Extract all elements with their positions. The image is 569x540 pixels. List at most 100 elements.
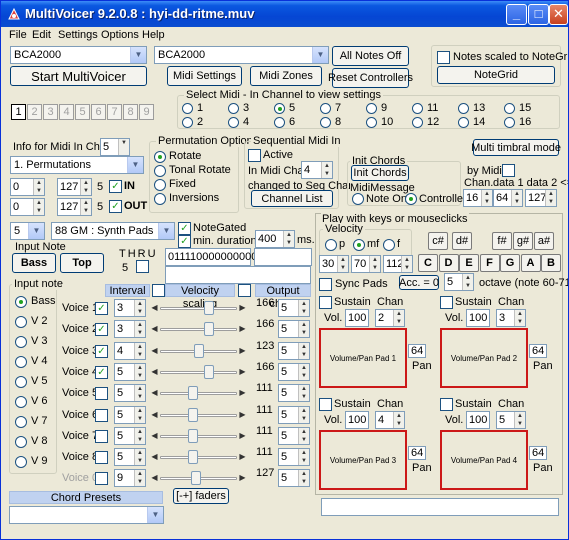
permutation-radio-3[interactable]: [154, 193, 166, 205]
controller-radio[interactable]: [405, 193, 417, 205]
voice-checkbox[interactable]: [95, 387, 108, 401]
output-chan-spinner[interactable]: 5 ▲ ▼: [278, 341, 310, 360]
permutation-radio-1[interactable]: [154, 165, 166, 177]
input-note-radio-4[interactable]: [15, 376, 27, 388]
key-dsharp[interactable]: d#: [452, 232, 472, 250]
key-g[interactable]: G: [500, 254, 520, 272]
voice-checkbox[interactable]: [95, 451, 108, 465]
bass-button[interactable]: Bass: [12, 253, 56, 273]
key-c[interactable]: C: [418, 254, 438, 272]
key-gsharp[interactable]: g#: [513, 232, 533, 250]
midi-zones-button[interactable]: Midi Zones: [250, 66, 322, 86]
pan-field[interactable]: 64: [529, 446, 547, 460]
channel-radio-6[interactable]: [274, 117, 285, 128]
slider-thumb[interactable]: [203, 322, 214, 337]
volume-pan-pad[interactable]: Volume/Pan Pad 2: [440, 328, 528, 388]
close-button[interactable]: ✕: [549, 4, 568, 25]
velocity-slider[interactable]: ◀ ▶: [150, 448, 247, 466]
min-duration-checkbox[interactable]: ✓: [178, 235, 191, 248]
output-chan-spinner[interactable]: 5 ▲ ▼: [278, 362, 310, 381]
voice-checkbox[interactable]: ✓: [95, 365, 108, 379]
key-a[interactable]: A: [520, 254, 541, 272]
menu-edit[interactable]: Edit: [32, 29, 51, 41]
voice-checkbox[interactable]: ✓: [95, 302, 108, 315]
reset-controllers-button[interactable]: Reset Controllers: [328, 68, 413, 88]
slider-thumb[interactable]: [203, 364, 214, 379]
key-b[interactable]: B: [541, 254, 561, 272]
velocity-slider[interactable]: ◀ ▶: [150, 427, 247, 445]
key-e[interactable]: E: [459, 254, 479, 272]
pad-volume-field[interactable]: 100: [345, 309, 369, 327]
tab-6[interactable]: 6: [91, 104, 106, 120]
seq-chan-spinner[interactable]: 4 ▲ ▼: [301, 161, 333, 179]
key-fsharp[interactable]: f#: [492, 232, 512, 250]
menu-file[interactable]: File: [9, 29, 27, 41]
interval-spinner[interactable]: 5 ▲ ▼: [114, 362, 146, 381]
key-csharp[interactable]: c#: [428, 232, 448, 250]
velocity-slider[interactable]: ◀ ▶: [150, 384, 247, 402]
title-bar[interactable]: MultiVoicer 9.2.0.8 : hyi-dd-ritme.muv _…: [1, 1, 568, 27]
maximize-button[interactable]: □: [528, 4, 549, 25]
out-chan-select[interactable]: 5 ▼: [10, 222, 45, 240]
voice-checkbox[interactable]: [95, 472, 108, 486]
channel-radio-7[interactable]: [320, 103, 331, 114]
vel-mf-spinner[interactable]: 70 ▲ ▼: [351, 255, 381, 273]
pan-field[interactable]: 64: [408, 344, 426, 358]
voice-checkbox[interactable]: [95, 429, 108, 443]
vel-f-radio[interactable]: [383, 239, 395, 251]
channel-radio-4[interactable]: [228, 117, 239, 128]
minimize-button[interactable]: _: [506, 4, 527, 25]
volume-pan-pad[interactable]: Volume/Pan Pad 3: [319, 430, 407, 490]
menu-help[interactable]: Help: [142, 29, 165, 41]
pad-chan-spinner[interactable]: 2 ▲ ▼: [375, 309, 405, 327]
init-chords-button[interactable]: Init Chords: [351, 165, 409, 181]
output-chan-spinner[interactable]: 5 ▲ ▼: [278, 405, 310, 424]
input-note-radio-1[interactable]: [15, 316, 27, 328]
input-note-radio-7[interactable]: [15, 436, 27, 448]
top-button[interactable]: Top: [60, 253, 104, 273]
in-checkbox[interactable]: ✓: [109, 180, 122, 193]
input-note-radio-5[interactable]: [15, 396, 27, 408]
slider-thumb[interactable]: [203, 301, 214, 315]
min-duration-spinner[interactable]: 400 ▲ ▼: [255, 230, 295, 248]
interval-spinner[interactable]: 5 ▲ ▼: [114, 426, 146, 445]
channel-radio-13[interactable]: [458, 103, 469, 114]
interval-spinner[interactable]: 5 ▲ ▼: [114, 384, 146, 403]
output-chan-spinner[interactable]: 5 ▲ ▼: [278, 299, 310, 317]
channel-radio-11[interactable]: [412, 103, 423, 114]
channel-radio-5[interactable]: [274, 103, 285, 114]
key-d[interactable]: D: [438, 254, 459, 272]
channel-radio-15[interactable]: [504, 103, 515, 114]
tab-3[interactable]: 3: [43, 104, 58, 120]
vel-p-radio[interactable]: [325, 239, 337, 251]
out-low-spinner[interactable]: 0 ▲ ▼: [10, 198, 45, 216]
sustain-checkbox[interactable]: [440, 398, 453, 411]
multi-timbral-button[interactable]: Multi timbral mode: [471, 139, 561, 156]
channel-radio-3[interactable]: [228, 103, 239, 114]
interval-spinner[interactable]: 5 ▲ ▼: [114, 448, 146, 467]
tab-5[interactable]: 5: [75, 104, 90, 120]
output-chan-spinner[interactable]: 5 ▲ ▼: [278, 384, 310, 403]
channel-radio-1[interactable]: [182, 103, 193, 114]
slider-thumb[interactable]: [188, 407, 199, 422]
velocity-slider[interactable]: ◀ ▶: [150, 299, 247, 317]
velocity-slider[interactable]: ◀ ▶: [150, 469, 247, 487]
channel-radio-16[interactable]: [504, 117, 515, 128]
sound-select[interactable]: 88 GM : Synth Pads ▼: [51, 222, 175, 240]
by-midi-checkbox[interactable]: [502, 164, 515, 177]
velocity-slider[interactable]: ◀ ▶: [150, 363, 247, 381]
status-field[interactable]: [321, 498, 559, 516]
notegated-checkbox[interactable]: ✓: [178, 222, 191, 235]
start-multivoicer-button[interactable]: Start MultiVoicer: [10, 66, 147, 86]
init-chan-spinner[interactable]: 16 ▲ ▼: [463, 189, 493, 207]
pad-volume-field[interactable]: 100: [466, 309, 490, 327]
tab-7[interactable]: 7: [107, 104, 122, 120]
channel-radio-14[interactable]: [458, 117, 469, 128]
velocity-slider[interactable]: ◀ ▶: [150, 342, 247, 360]
chord-presets-select[interactable]: ▼: [9, 506, 164, 524]
notegrid-button[interactable]: NoteGrid: [437, 66, 555, 84]
velocity-slider[interactable]: ◀ ▶: [150, 406, 247, 424]
interval-spinner[interactable]: 3 ▲ ▼: [114, 320, 146, 339]
channel-radio-12[interactable]: [412, 117, 423, 128]
menu-settings[interactable]: Settings: [58, 29, 98, 41]
